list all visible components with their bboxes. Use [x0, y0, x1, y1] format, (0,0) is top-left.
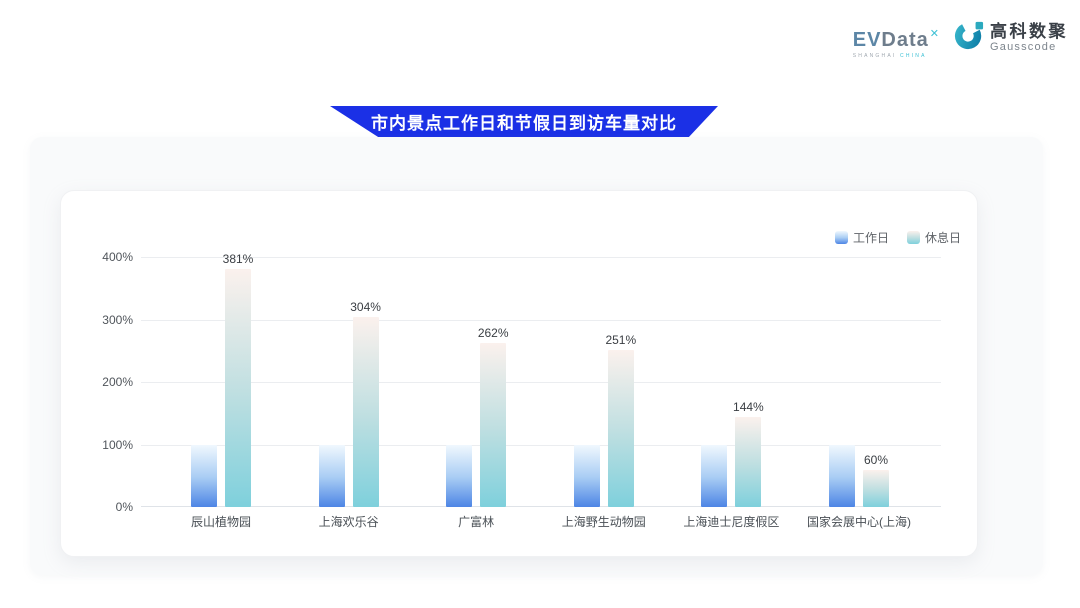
- evdata-data-text: Data: [881, 29, 928, 51]
- chart-legend: 工作日 休息日: [835, 229, 961, 246]
- x-category-label: 国家会展中心(上海): [807, 515, 911, 529]
- bar-工作日-上海欢乐谷[interactable]: [319, 445, 345, 508]
- legend-item-工作日[interactable]: 工作日: [835, 229, 889, 246]
- legend-swatch: [907, 231, 920, 244]
- bar-工作日-上海野生动物园[interactable]: [574, 445, 600, 508]
- x-category-label: 上海欢乐谷: [319, 515, 379, 529]
- page-title: 市内景点工作日和节假日到访车量对比: [371, 109, 677, 134]
- evdata-ev-text: EV: [853, 29, 882, 51]
- bar-休息日-国家会展中心(上海)[interactable]: [863, 470, 889, 508]
- y-tick-label: 400%: [79, 249, 133, 265]
- bar-工作日-广富林[interactable]: [446, 445, 472, 508]
- bar-value-label: 144%: [733, 400, 764, 414]
- x-category-label: 辰山植物园: [191, 515, 251, 529]
- gridline: [141, 382, 941, 383]
- legend-label: 工作日: [853, 229, 889, 246]
- gridline: [141, 445, 941, 446]
- header-logos: EVData✕ SHANGHAI CHINA 高科数聚 Gausscode: [853, 20, 1068, 59]
- title-banner: 市内景点工作日和节假日到访车量对比: [330, 106, 718, 137]
- bar-value-label: 304%: [350, 300, 381, 314]
- bar-休息日-上海野生动物园[interactable]: [608, 350, 634, 507]
- bar-工作日-国家会展中心(上海)[interactable]: [829, 445, 855, 508]
- gausscode-logo: 高科数聚 Gausscode: [954, 20, 1068, 55]
- y-tick-label: 300%: [79, 312, 133, 328]
- bar-休息日-广富林[interactable]: [480, 343, 506, 507]
- y-tick-label: 0%: [79, 499, 133, 515]
- gausscode-g-icon: [954, 20, 984, 55]
- legend-label: 休息日: [925, 229, 961, 246]
- bar-休息日-辰山植物园[interactable]: [225, 269, 251, 507]
- gausscode-en-name: Gausscode: [990, 41, 1068, 54]
- bar-value-label: 381%: [223, 252, 254, 266]
- gausscode-cn-name: 高科数聚: [990, 22, 1068, 41]
- y-tick-label: 100%: [79, 437, 133, 453]
- x-axis-line: [141, 506, 941, 507]
- bar-工作日-上海迪士尼度假区[interactable]: [701, 445, 727, 508]
- evdata-subtitle-china: CHINA: [900, 53, 927, 59]
- legend-swatch: [835, 231, 848, 244]
- gridline: [141, 320, 941, 321]
- x-category-label: 上海野生动物园: [562, 515, 646, 529]
- evdata-subtitle-shanghai: SHANGHAI: [853, 53, 897, 59]
- legend-item-休息日[interactable]: 休息日: [907, 229, 961, 246]
- bar-value-label: 60%: [864, 453, 888, 467]
- bar-value-label: 251%: [605, 333, 636, 347]
- bar-休息日-上海迪士尼度假区[interactable]: [735, 417, 761, 507]
- evdata-logo: EVData✕ SHANGHAI CHINA: [853, 20, 940, 59]
- evdata-subtitle: SHANGHAI CHINA: [853, 53, 940, 59]
- plot-area: 400%300%200%100%0%381%辰山植物园304%上海欢乐谷262%…: [141, 257, 941, 507]
- x-category-label: 上海迪士尼度假区: [683, 515, 779, 529]
- gridline: [141, 257, 941, 258]
- bar-value-label: 262%: [478, 326, 509, 340]
- x-category-label: 广富林: [458, 515, 494, 529]
- evdata-wordmark: EVData✕: [853, 24, 940, 50]
- bar-休息日-上海欢乐谷[interactable]: [353, 317, 379, 507]
- y-tick-label: 200%: [79, 374, 133, 390]
- chart-card: 工作日休息日 400%300%200%100%0%381%辰山植物园304%上海…: [60, 190, 978, 557]
- bar-工作日-辰山植物园[interactable]: [191, 445, 217, 508]
- evdata-x-icon: ✕: [930, 28, 940, 40]
